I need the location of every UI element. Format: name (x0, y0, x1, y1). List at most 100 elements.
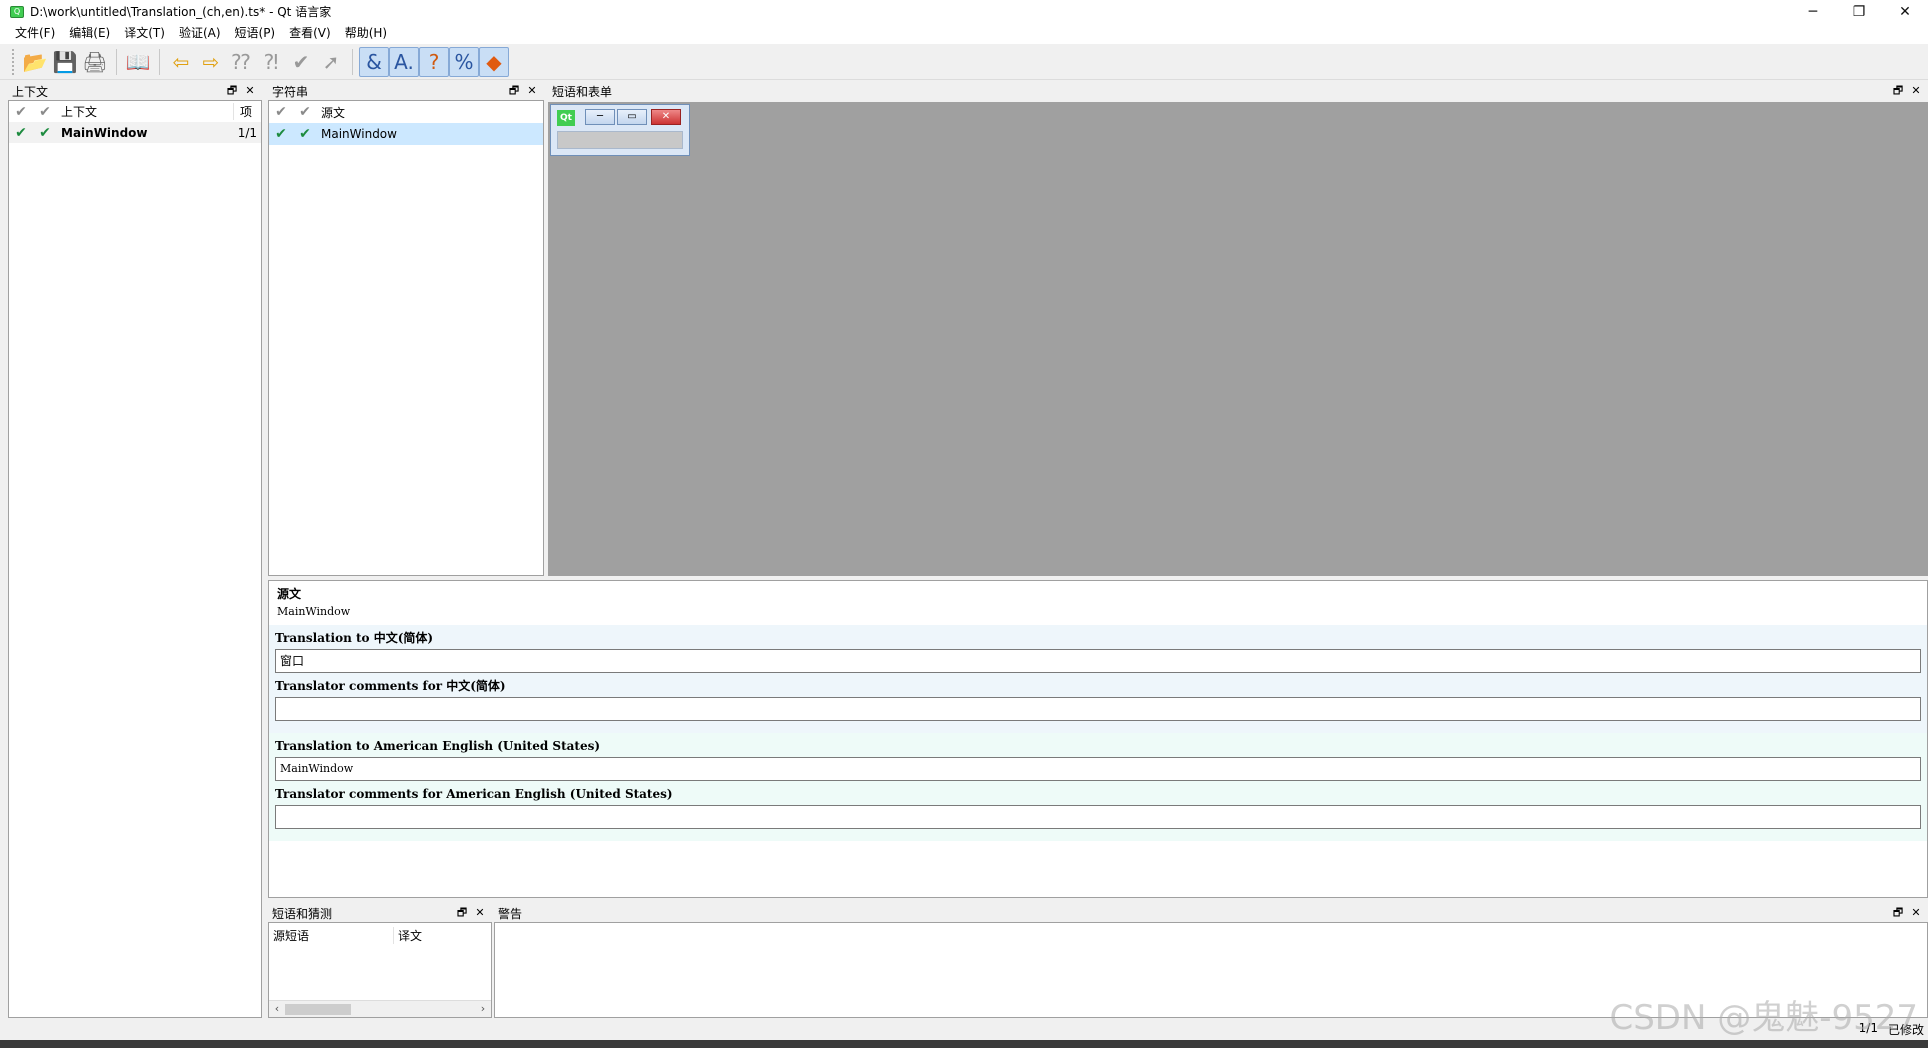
comments-label-zh: Translator comments for 中文(简体) (275, 679, 506, 693)
done-check-icon: ✔ (39, 124, 51, 141)
menu-phrases[interactable]: 短语(P) (228, 23, 283, 44)
phrase-matches-icon[interactable]: ? (419, 46, 449, 77)
context-name: MainWindow (61, 125, 148, 140)
context-row[interactable]: ✔ ✔ MainWindow 1/1 (9, 122, 261, 143)
float-icon[interactable]: 🗗 (1890, 82, 1906, 100)
scrollbar-thumb[interactable] (285, 1004, 351, 1015)
qt-logo-icon: Qt (557, 110, 575, 126)
string-text: MainWindow (321, 127, 397, 141)
form-preview-icon[interactable]: ◆ (479, 46, 509, 77)
comments-label-en: Translator comments for American English… (275, 787, 673, 801)
horizontal-scrollbar[interactable]: ‹ › (269, 1000, 491, 1017)
close-icon[interactable]: ✕ (524, 82, 540, 100)
context-panel: 上下文 🗗 ✕ ✔ ✔ 上下文 项 ✔ ✔ MainWindow 1/1 (8, 82, 262, 1018)
menu-validation[interactable]: 验证(A) (172, 23, 228, 44)
forms-panel-header: 短语和表单 🗗 ✕ (548, 82, 1928, 100)
phrases-list: 源短语 译文 ‹ › (268, 922, 492, 1018)
minimize-button[interactable]: ─ (1790, 0, 1836, 23)
forms-panel: 短语和表单 🗗 ✕ (548, 82, 1928, 102)
toolbar-grip[interactable] (12, 48, 16, 75)
done-check-icon: ✔ (275, 126, 287, 142)
check-icon: ✔ (39, 103, 51, 120)
translation-field-en[interactable]: MainWindow (275, 757, 1921, 781)
check-icon: ✔ (275, 104, 287, 120)
toolbar: 📂 💾 🖨 📖 ⇦ ⇨ ⁇ ⁈ ✔ ➚ & A. ? % ◆ (0, 44, 1928, 80)
comments-field-zh[interactable] (275, 697, 1921, 721)
watermark: CSDN @鬼魅-9527 (1609, 998, 1918, 1038)
ending-punctuation-icon[interactable]: A. (389, 46, 419, 77)
restore-button[interactable]: ❐ (1836, 0, 1882, 23)
context-panel-title: 上下文 (12, 84, 49, 99)
close-icon[interactable]: ✕ (1908, 82, 1924, 100)
translation-section-zh: Translation to 中文(简体) 窗口 Translator comm… (269, 625, 1927, 733)
check-icon: ✔ (299, 104, 311, 120)
strings-panel-header: 字符串 🗗 ✕ (268, 82, 544, 100)
form-preview-window[interactable]: Qt ─ ▭ ✕ (550, 104, 690, 156)
phrases-panel: 短语和猜测 🗗 ✕ 源短语 译文 ‹ › (268, 904, 492, 1018)
strings-panel: 字符串 🗗 ✕ ✔ ✔ 源文 ✔ ✔ MainWindow (268, 82, 544, 576)
header-items: 项 (233, 103, 261, 120)
menu-bar: 文件(F) 编辑(E) 译文(T) 验证(A) 短语(P) 查看(V) 帮助(H… (0, 23, 1928, 44)
save-icon[interactable]: 💾 (50, 47, 80, 77)
menu-view[interactable]: 查看(V) (282, 23, 338, 44)
next-unfinished-icon[interactable]: ⁈ (256, 47, 286, 77)
close-icon[interactable]: ✕ (472, 904, 488, 922)
next-icon[interactable]: ⇨ (196, 47, 226, 77)
subwindow-close-button[interactable]: ✕ (651, 109, 681, 125)
source-label: 源文 (277, 587, 302, 601)
subwindow-maximize-button[interactable]: ▭ (617, 109, 647, 125)
phrases-list-header: 源短语 译文 (269, 923, 491, 948)
form-preview-area[interactable]: Qt ─ ▭ ✕ (548, 102, 1928, 576)
float-icon[interactable]: 🗗 (454, 904, 470, 922)
window-left-edge (0, 80, 8, 1020)
strings-list: ✔ ✔ 源文 ✔ ✔ MainWindow (268, 100, 544, 576)
context-count: 1/1 (237, 125, 257, 140)
taskbar-strip (0, 1040, 1928, 1048)
comments-field-en[interactable] (275, 805, 1921, 829)
done-check-icon: ✔ (299, 126, 311, 142)
title-bar: Q D:\work\untitled\Translation_(ch,en).t… (0, 0, 1928, 23)
prev-unfinished-icon[interactable]: ⁇ (226, 47, 256, 77)
place-marker-icon[interactable]: % (449, 46, 479, 77)
header-source: 源文 (321, 105, 346, 120)
prev-icon[interactable]: ⇦ (166, 47, 196, 77)
close-button[interactable]: ✕ (1882, 0, 1928, 23)
menu-file[interactable]: 文件(F) (8, 23, 62, 44)
float-icon[interactable]: 🗗 (224, 82, 240, 100)
phrases-panel-header: 短语和猜测 🗗 ✕ (268, 904, 492, 922)
translation-label-en: Translation to American English (United … (275, 739, 601, 753)
translation-field-zh[interactable]: 窗口 (275, 649, 1921, 673)
toolbar-separator (116, 48, 117, 75)
translation-editor: 源文 MainWindow Translation to 中文(简体) 窗口 T… (268, 580, 1928, 898)
string-row[interactable]: ✔ ✔ MainWindow (269, 123, 543, 145)
done-icon[interactable]: ✔ (286, 47, 316, 77)
context-list-header[interactable]: ✔ ✔ 上下文 项 (9, 101, 261, 122)
form-preview-body (557, 131, 683, 149)
header-translation[interactable]: 译文 (393, 927, 422, 944)
subwindow-minimize-button[interactable]: ─ (585, 109, 615, 125)
scroll-left-icon[interactable]: ‹ (269, 1001, 285, 1018)
menu-edit[interactable]: 编辑(E) (62, 23, 117, 44)
print-icon[interactable]: 🖨 (80, 47, 110, 77)
phrasebook-icon[interactable]: 📖 (123, 47, 153, 77)
header-source-phrase[interactable]: 源短语 (273, 927, 393, 944)
open-icon[interactable]: 📂 (20, 47, 50, 77)
accelerators-icon[interactable]: & (359, 46, 389, 77)
close-icon[interactable]: ✕ (1908, 904, 1924, 922)
context-panel-header: 上下文 🗗 ✕ (8, 82, 262, 100)
menu-help[interactable]: 帮助(H) (338, 23, 394, 44)
strings-list-header[interactable]: ✔ ✔ 源文 (269, 101, 543, 123)
scroll-right-icon[interactable]: › (475, 1001, 491, 1018)
check-icon: ✔ (15, 103, 27, 120)
float-icon[interactable]: 🗗 (1890, 904, 1906, 922)
done-next-icon[interactable]: ➚ (316, 47, 346, 77)
translation-label-zh: Translation to 中文(简体) (275, 631, 434, 645)
window-title: D:\work\untitled\Translation_(ch,en).ts*… (30, 5, 332, 19)
close-icon[interactable]: ✕ (242, 82, 258, 100)
menu-translation[interactable]: 译文(T) (117, 23, 172, 44)
float-icon[interactable]: 🗗 (506, 82, 522, 100)
context-list: ✔ ✔ 上下文 项 ✔ ✔ MainWindow 1/1 (8, 100, 262, 1018)
warnings-panel-title: 警告 (498, 906, 523, 921)
warnings-panel-header: 警告 🗗 ✕ (494, 904, 1928, 922)
forms-panel-title: 短语和表单 (552, 84, 613, 99)
